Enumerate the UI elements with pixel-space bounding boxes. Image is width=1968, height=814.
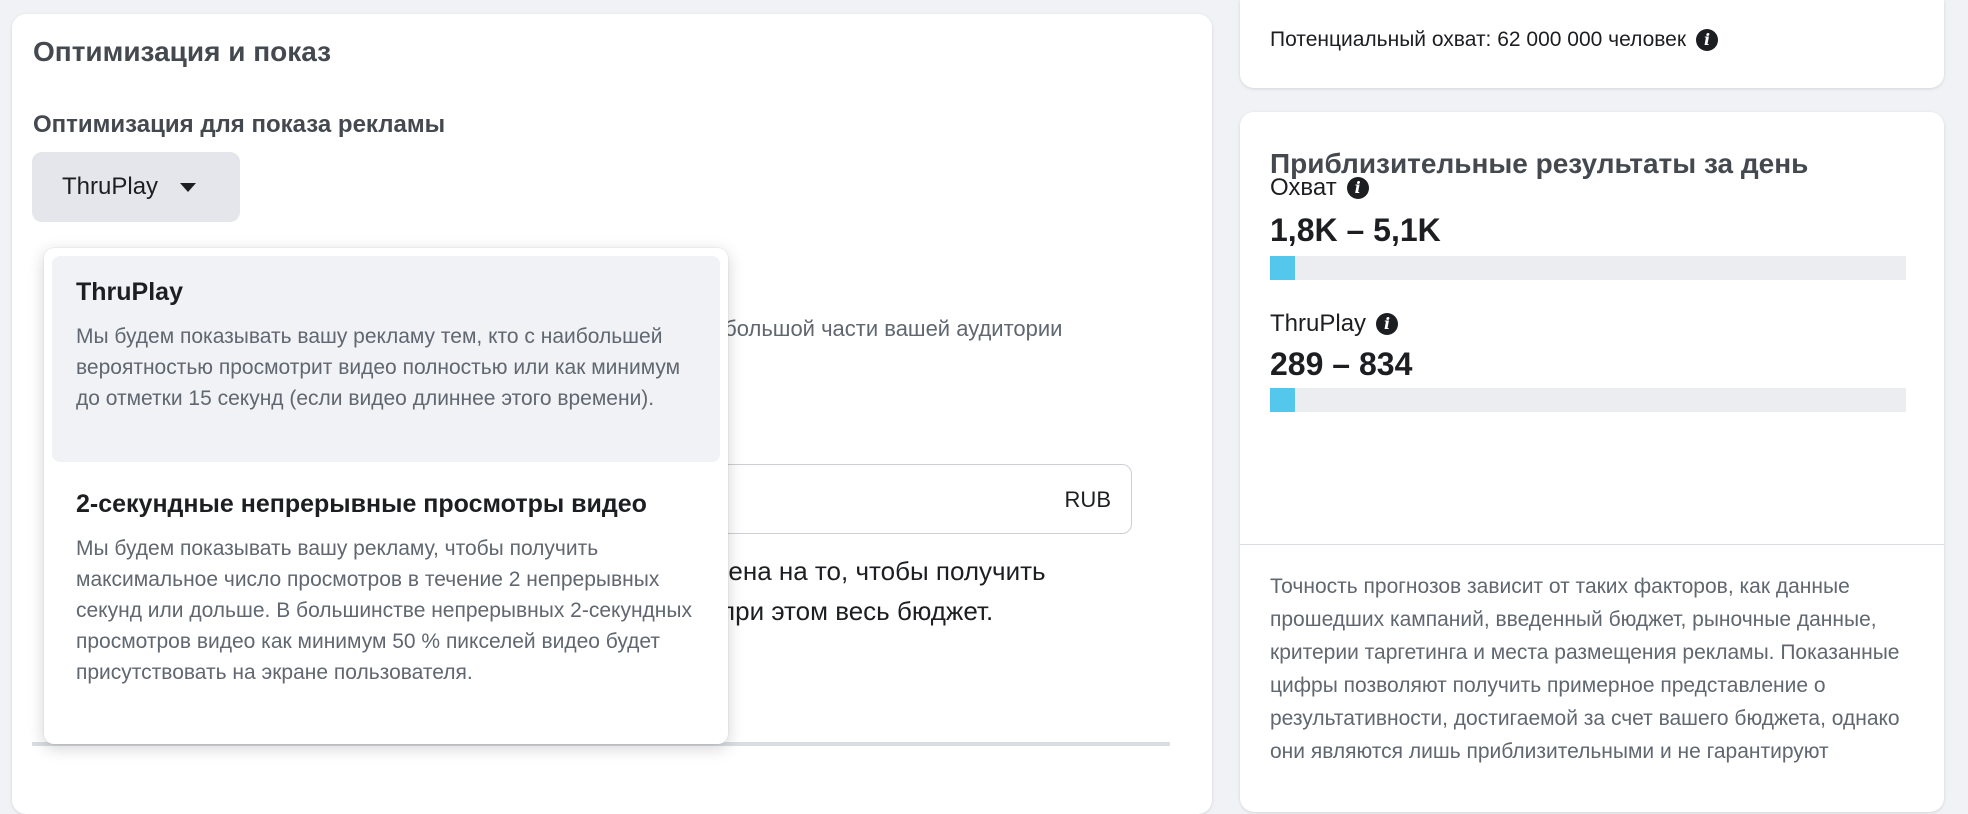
results-divider (1240, 544, 1944, 545)
section-title: Оптимизация и показ (33, 36, 332, 67)
caret-down-icon (180, 182, 197, 192)
budget-currency: RUB (1064, 487, 1111, 512)
metric-label-reach: Охват i (1270, 174, 1369, 202)
thruplay-bar-track (1270, 388, 1906, 412)
results-disclaimer: Точность прогнозов зависит от таких факт… (1270, 575, 1900, 763)
metric-label-text: ThruPlay (1270, 310, 1367, 337)
option-description: Мы будем показывать вашу рекламу тем, кт… (76, 325, 681, 410)
potential-reach: Потенциальный охват: 62 000 000 человек … (1270, 28, 1719, 52)
option-title: ThruPlay (76, 278, 183, 306)
reach-bar-fill (1270, 256, 1296, 280)
info-icon[interactable]: i (1696, 29, 1719, 51)
dropdown-option-thruplay[interactable]: ThruPlay Мы будем показывать вашу реклам… (52, 256, 720, 462)
estimated-results-card: Приблизительные результаты за день Охват… (1240, 112, 1944, 812)
optimization-label: Оптимизация для показа рекламы (33, 111, 446, 138)
optimization-dropdown[interactable]: ThruPlay (32, 152, 240, 222)
info-icon[interactable]: i (1376, 313, 1399, 335)
background-hint-text: небольшой части вашей аудитории (700, 316, 1063, 341)
dropdown-option-2sec-views[interactable]: 2-секундные непрерывные просмотры видео … (52, 468, 720, 736)
optimization-selected-value: ThruPlay (62, 173, 159, 200)
info-icon[interactable]: i (1346, 177, 1369, 199)
metric-value-reach: 1,8K – 5,1K (1270, 212, 1441, 248)
option-title: 2-секундные непрерывные просмотры видео (76, 490, 647, 518)
metric-value-thruplay: 289 – 834 (1270, 346, 1413, 382)
metric-label-thruplay: ThruPlay i (1270, 310, 1399, 338)
reach-bar-track (1270, 256, 1906, 280)
option-description: Мы будем показывать вашу рекламу, чтобы … (76, 537, 692, 684)
potential-reach-card: Потенциальный охват: 62 000 000 человек … (1240, 0, 1944, 88)
optimization-dropdown-menu: ThruPlay Мы будем показывать вашу реклам… (44, 248, 728, 744)
budget-input[interactable]: RUB (700, 464, 1132, 534)
thruplay-bar-fill (1270, 388, 1296, 412)
potential-reach-text: Потенциальный охват: 62 000 000 человек (1270, 28, 1687, 51)
metric-label-text: Охват (1270, 174, 1337, 201)
background-text-line: влена на то, чтобы получить (700, 556, 1046, 586)
background-text-line: в при этом весь бюджет. (700, 596, 994, 626)
